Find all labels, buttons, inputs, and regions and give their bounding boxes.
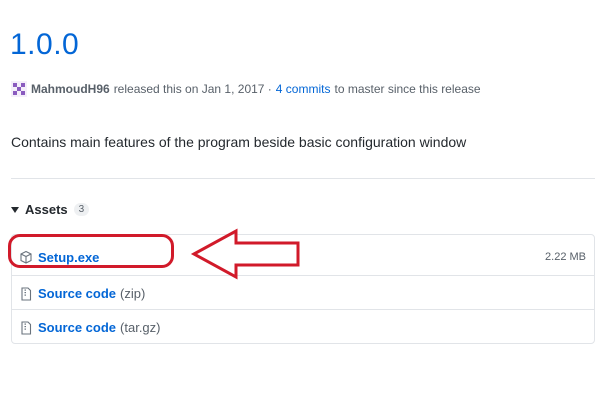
asset-ext: (zip) bbox=[120, 286, 146, 301]
author-link[interactable]: MahmoudH96 bbox=[31, 82, 110, 96]
released-text: released this on Jan 1, 2017 · bbox=[113, 82, 272, 96]
asset-link-setup[interactable]: Setup.exe bbox=[38, 250, 99, 265]
file-zip-icon bbox=[19, 320, 33, 335]
commits-suffix: to master since this release bbox=[334, 82, 481, 96]
release-meta: MahmoudH96 released this on Jan 1, 2017 … bbox=[11, 81, 481, 97]
divider bbox=[11, 178, 595, 179]
asset-ext: (tar.gz) bbox=[120, 320, 161, 335]
avatar[interactable] bbox=[11, 81, 27, 97]
asset-link-source-targz[interactable]: Source code bbox=[38, 320, 116, 335]
asset-row-source-zip[interactable]: Source code (zip) bbox=[12, 275, 594, 311]
package-icon bbox=[19, 250, 33, 264]
release-description: Contains main features of the program be… bbox=[11, 134, 467, 150]
release-page: 1.0.0 MahmoudH96 released this on Jan 1,… bbox=[0, 0, 600, 400]
assets-count-badge: 3 bbox=[73, 203, 90, 216]
file-zip-icon bbox=[19, 286, 33, 301]
assets-label: Assets bbox=[25, 202, 68, 217]
asset-row-source-targz[interactable]: Source code (tar.gz) bbox=[12, 309, 594, 345]
asset-size: 2.22 MB bbox=[545, 251, 586, 263]
caret-down-icon bbox=[11, 206, 19, 213]
commits-link[interactable]: 4 commits bbox=[276, 82, 331, 96]
assets-list: Setup.exe 2.22 MB Source code (zip) Sour… bbox=[11, 234, 595, 344]
asset-row-setup[interactable]: Setup.exe 2.22 MB bbox=[12, 239, 594, 275]
assets-toggle[interactable]: Assets 3 bbox=[11, 202, 90, 217]
release-title[interactable]: 1.0.0 bbox=[10, 30, 79, 60]
asset-link-source-zip[interactable]: Source code bbox=[38, 286, 116, 301]
